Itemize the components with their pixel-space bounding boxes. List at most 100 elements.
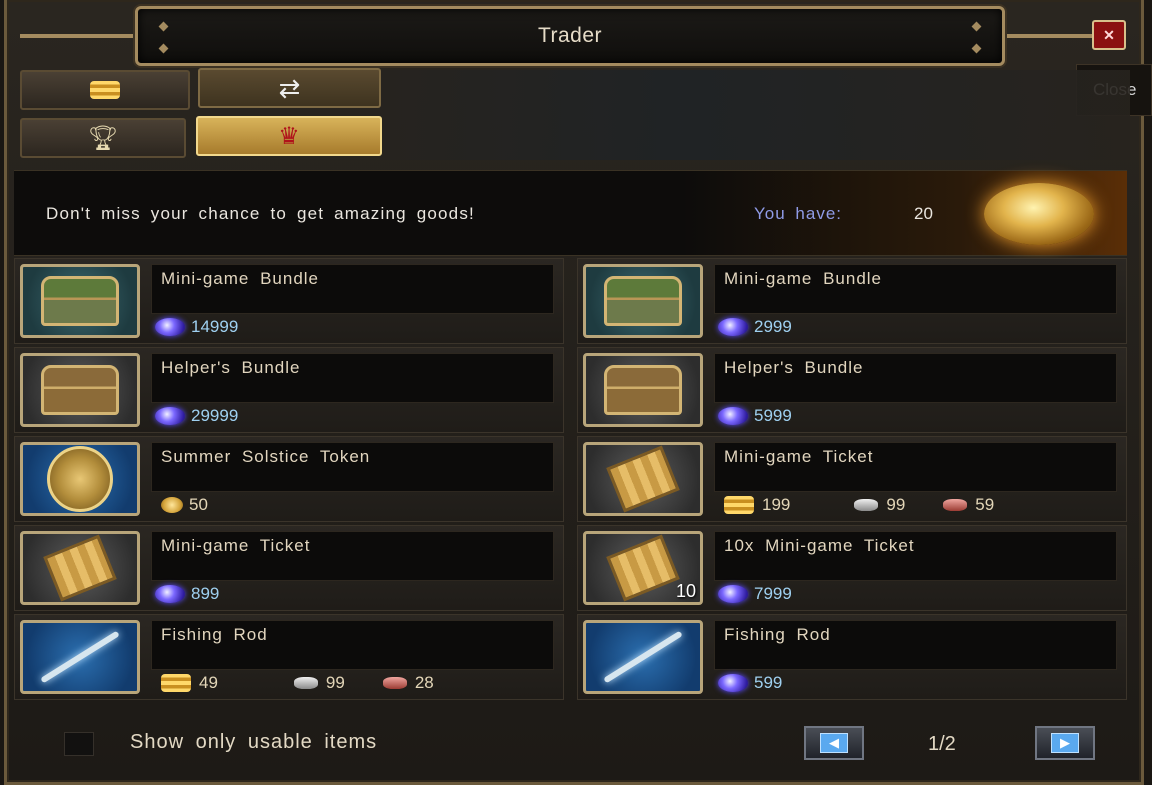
tab-trophy[interactable]: 🏆︎ [20, 118, 186, 158]
item-name-box: Mini-game Bundle [151, 264, 554, 314]
item-card[interactable]: Mini-game Ticket 899 [14, 525, 564, 611]
price-value: 899 [191, 584, 220, 603]
map-background [380, 70, 1130, 160]
tab-gold-shop[interactable] [20, 70, 190, 110]
item-name: Mini-game Bundle [161, 269, 320, 288]
item-thumbnail [20, 531, 140, 605]
item-card[interactable]: 10 10x Mini-game Ticket 7999 [577, 525, 1127, 611]
item-price: 50 [161, 493, 208, 517]
item-thumbnail [20, 264, 140, 338]
tab-exchange[interactable]: ⇄ [198, 68, 381, 108]
item-name-box: Fishing Rod [714, 620, 1117, 670]
item-price-multi: 49 99 28 [161, 671, 434, 695]
price-value: 50 [189, 495, 208, 514]
item-name-box: Fishing Rod [151, 620, 554, 670]
item-name: Fishing Rod [161, 625, 268, 644]
usable-items-label[interactable]: Show only usable items [130, 731, 377, 754]
title-ornament-right [1004, 34, 1092, 38]
copper-value: 59 [975, 495, 995, 514]
item-price: 29999 [155, 404, 238, 428]
item-name-box: 10x Mini-game Ticket [714, 531, 1117, 581]
item-name: Summer Solstice Token [161, 447, 371, 466]
item-name: Mini-game Bundle [724, 269, 883, 288]
item-card[interactable]: Helper's Bundle 29999 [14, 347, 564, 433]
price-value: 14999 [191, 317, 239, 336]
gem-icon [718, 585, 748, 603]
item-name-box: Mini-game Ticket [151, 531, 554, 581]
fishing-rod-icon [40, 630, 120, 684]
stack-count: 10 [675, 581, 696, 601]
ticket-icon [606, 445, 680, 513]
wooden-chest-icon [41, 365, 119, 415]
solstice-token-icon [984, 183, 1094, 245]
gold-value: 49 [199, 673, 218, 692]
green-chest-icon [604, 276, 682, 326]
close-button[interactable]: ✕ [1092, 20, 1126, 50]
gem-icon [155, 585, 185, 603]
item-thumbnail: 10 [583, 531, 703, 605]
item-price: 7999 [718, 582, 792, 606]
ornament-stud [971, 21, 982, 32]
item-card[interactable]: Mini-game Ticket 199 99 59 [577, 436, 1127, 522]
wooden-chest-icon [604, 365, 682, 415]
item-name-box: Summer Solstice Token [151, 442, 554, 492]
price-value: 29999 [191, 406, 239, 425]
gem-icon [718, 674, 748, 692]
item-price: 14999 [155, 315, 238, 339]
item-price: 899 [155, 582, 219, 606]
promo-banner: Don't miss your chance to get amazing go… [14, 170, 1127, 256]
item-name-box: Mini-game Bundle [714, 264, 1117, 314]
price-value: 599 [754, 673, 783, 692]
silver-coin-icon [854, 499, 879, 511]
price-value: 5999 [754, 406, 792, 425]
token-icon [47, 446, 113, 512]
gold-coins-icon [724, 496, 754, 514]
price-value: 7999 [754, 584, 792, 603]
silver-value: 99 [325, 673, 345, 692]
usable-items-checkbox[interactable] [64, 732, 94, 756]
arrow-right-icon: ▶ [1051, 733, 1079, 753]
token-currency-icon [161, 497, 183, 513]
close-icon: ✕ [1103, 26, 1115, 43]
item-thumbnail [583, 353, 703, 427]
item-card[interactable]: Helper's Bundle 5999 [577, 347, 1127, 433]
ornament-stud [158, 21, 169, 32]
gold-value: 199 [762, 495, 791, 514]
banner-message: Don't miss your chance to get amazing go… [46, 204, 475, 223]
item-name: Mini-game Ticket [724, 447, 874, 466]
prev-page-button[interactable]: ◀ [804, 726, 864, 760]
next-page-button[interactable]: ▶ [1035, 726, 1095, 760]
item-name: 10x Mini-game Ticket [724, 536, 915, 555]
item-name-box: Helper's Bundle [714, 353, 1117, 403]
item-price: 2999 [718, 315, 792, 339]
item-card[interactable]: Fishing Rod 599 [577, 614, 1127, 700]
price-value: 2999 [754, 317, 792, 336]
exchange-arrows-icon: ⇄ [278, 72, 301, 103]
page-indicator: 1/2 [928, 733, 956, 755]
item-thumbnail [583, 620, 703, 694]
silver-value: 99 [886, 495, 906, 514]
item-card[interactable]: Fishing Rod 49 99 28 [14, 614, 564, 700]
item-price-multi: 199 99 59 [724, 493, 994, 517]
title-ornament-left [20, 34, 138, 38]
item-card[interactable]: Mini-game Bundle 2999 [577, 258, 1127, 344]
fishing-rod-icon [603, 630, 683, 684]
ticket-icon [606, 534, 680, 602]
trophy-icon: 🏆︎ [87, 124, 119, 152]
copper-value: 28 [414, 673, 434, 692]
item-name: Mini-game Ticket [161, 536, 311, 555]
item-card[interactable]: Mini-game Bundle 14999 [14, 258, 564, 344]
item-price: 599 [718, 671, 782, 695]
item-thumbnail [583, 442, 703, 516]
item-card[interactable]: Summer Solstice Token 50 [14, 436, 564, 522]
copper-coin-icon [382, 677, 407, 689]
item-thumbnail [20, 442, 140, 516]
tab-crown[interactable]: ♛ [196, 116, 382, 156]
gold-coins-icon [161, 674, 191, 692]
gold-coins-icon [90, 81, 120, 99]
gem-icon [718, 318, 748, 336]
crown-icon: ♛ [278, 122, 300, 150]
title-bar: Trader [135, 6, 1005, 66]
ornament-stud [971, 43, 982, 54]
ticket-icon [43, 534, 117, 602]
